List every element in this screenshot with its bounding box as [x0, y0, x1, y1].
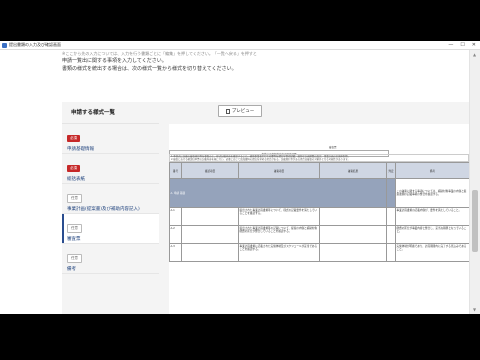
row-text: 提出された事業計画書類等の記載について、提案の内容と補助対象経費の区分が整合して…	[238, 225, 320, 244]
document-note-2: 2.審査における確認は本票の記載内容を基に行い、必要に応じて追加資料の提出を求め…	[171, 158, 350, 162]
table-header: 審査項目	[238, 162, 320, 179]
row-remark: 実施体制が明確であり、計画期間内に完了する見込みであること。	[395, 243, 469, 262]
table-header: 審査結果	[319, 162, 387, 179]
optional-badge: 任意	[67, 254, 82, 263]
table-row: A-2 提出された事業計画書類等の記載について、提案の内容と補助対象経費の区分が…	[169, 225, 469, 244]
row-number: A-3	[169, 243, 182, 262]
table-row: A-3 事業計画書類に記載された実施体制及びスケジュールが妥当であることを確認す…	[169, 243, 469, 262]
window-titlebar: 提出書類の入力及び確認画面 — ☐ ✕	[0, 41, 480, 50]
intro-line-1: 申請一覧出に関する事項を入力してください。	[62, 58, 167, 64]
sidebar-item-cover-sheet[interactable]: 必須 総括表紙	[62, 154, 159, 184]
preview-button-label: プレビュー	[231, 109, 255, 114]
intro-text: ※ここから先の入力については、入力を行う書類ごとに「編集」を押してください。「一…	[62, 50, 462, 73]
required-badge: 必須	[67, 135, 80, 142]
sidebar-item-remarks[interactable]: 任意 備考	[62, 244, 159, 274]
preview-button[interactable]: プレビュー	[218, 105, 262, 117]
required-badge: 必須	[67, 165, 80, 172]
scroll-down-icon[interactable]: ▼	[473, 307, 476, 312]
table-header: 備考	[395, 162, 469, 179]
sidebar-item-review-sheet[interactable]: 任意 審査票	[62, 214, 159, 244]
optional-badge: 任意	[67, 224, 82, 233]
optional-badge: 任意	[67, 194, 82, 203]
sidebar-item-business-plan[interactable]: 任意 事業計画(提案書)及び補助内容記入)	[62, 184, 159, 214]
sidebar-item-basic-info[interactable]: 必須 申請基礎情報	[62, 124, 159, 154]
row-number: A-1	[169, 207, 182, 226]
row-text: 事業計画書類に記載された実施体制及びスケジュールが妥当であることを確認する。	[238, 243, 320, 262]
table-header: 判定	[386, 162, 396, 179]
row-remark: 事業計画書類の記載内容が、要件を満たしていること。	[395, 207, 469, 226]
document-title: 審査票	[329, 146, 337, 149]
maximize-icon[interactable]: ☐	[460, 41, 464, 50]
table-group-row: A. 申請 基礎 この審査に関する事項については、補助対象事業の内容と提案書類の…	[169, 178, 469, 208]
main-content: ※ここから先の入力については、入力を行う書類ごとに「編集」を押してください。「一…	[0, 50, 469, 314]
close-icon[interactable]: ✕	[472, 41, 476, 50]
row-number: A-2	[169, 225, 182, 244]
table-header: 確認項目	[181, 162, 239, 179]
row-remark: 経費の区分が事業内容と整合し、妥当な積算となっていること。	[395, 225, 469, 244]
row-text: 提出された事業計画書類等について、様式の記載要件を満たしていることを確認する。	[238, 207, 320, 226]
browser-window: 提出書類の入力及び確認画面 — ☐ ✕ ※ここから先の入力については、入力を行う…	[0, 41, 480, 314]
sidebar-heading: 申請する様式一覧	[62, 102, 159, 124]
app-icon	[2, 42, 7, 48]
document-icon	[225, 108, 230, 114]
table-header: 番号	[169, 162, 182, 179]
window-title: 提出書類の入力及び確認画面	[9, 42, 61, 47]
sidebar-item-label[interactable]: 事業計画(提案書)及び補助内容記入)	[67, 206, 153, 212]
form-list-sidebar: 申請する様式一覧 必須 申請基礎情報 必須 総括表紙 任意 事業計画(提案書)及…	[62, 102, 159, 314]
preview-panel: プレビュー 審査票 事業計画書類等審査項目確認票 1.本様式に記載の審査項目等を…	[159, 102, 469, 314]
minimize-icon[interactable]: —	[448, 41, 453, 50]
sidebar-item-label[interactable]: 総括表紙	[67, 176, 153, 182]
vertical-scrollbar[interactable]: ▲ ▼	[469, 50, 480, 314]
intro-cut-line: ※ここから先の入力については、入力を行う書類ごとに「編集」を押してください。「一…	[62, 51, 257, 56]
window-controls: — ☐ ✕	[448, 41, 476, 50]
intro-line-2: 書類の様式を統出する場合は、次の様式一覧から様式を切り替えてください。	[62, 66, 237, 72]
group-note: この審査に関する事項については、補助対象事業の内容と提案書類の記載事項の整合を確…	[395, 178, 469, 208]
sidebar-item-label[interactable]: 審査票	[67, 236, 153, 242]
scrollbar-thumb[interactable]	[472, 190, 478, 252]
sidebar-item-label[interactable]: 備考	[67, 266, 153, 272]
group-label: A. 申請 基礎	[169, 178, 387, 208]
document-preview: 審査票 事業計画書類等審査項目確認票 1.本様式に記載の審査項目等を参照の上、様…	[169, 124, 469, 314]
table-row: A-1 提出された事業計画書類等について、様式の記載要件を満たしていることを確認…	[169, 207, 469, 226]
scroll-up-icon[interactable]: ▲	[473, 52, 476, 57]
sidebar-item-label[interactable]: 申請基礎情報	[67, 146, 153, 152]
review-table: 番号 確認項目 審査項目 審査結果 判定 備考 A. 申請 基礎 この審査に関す…	[169, 162, 469, 262]
